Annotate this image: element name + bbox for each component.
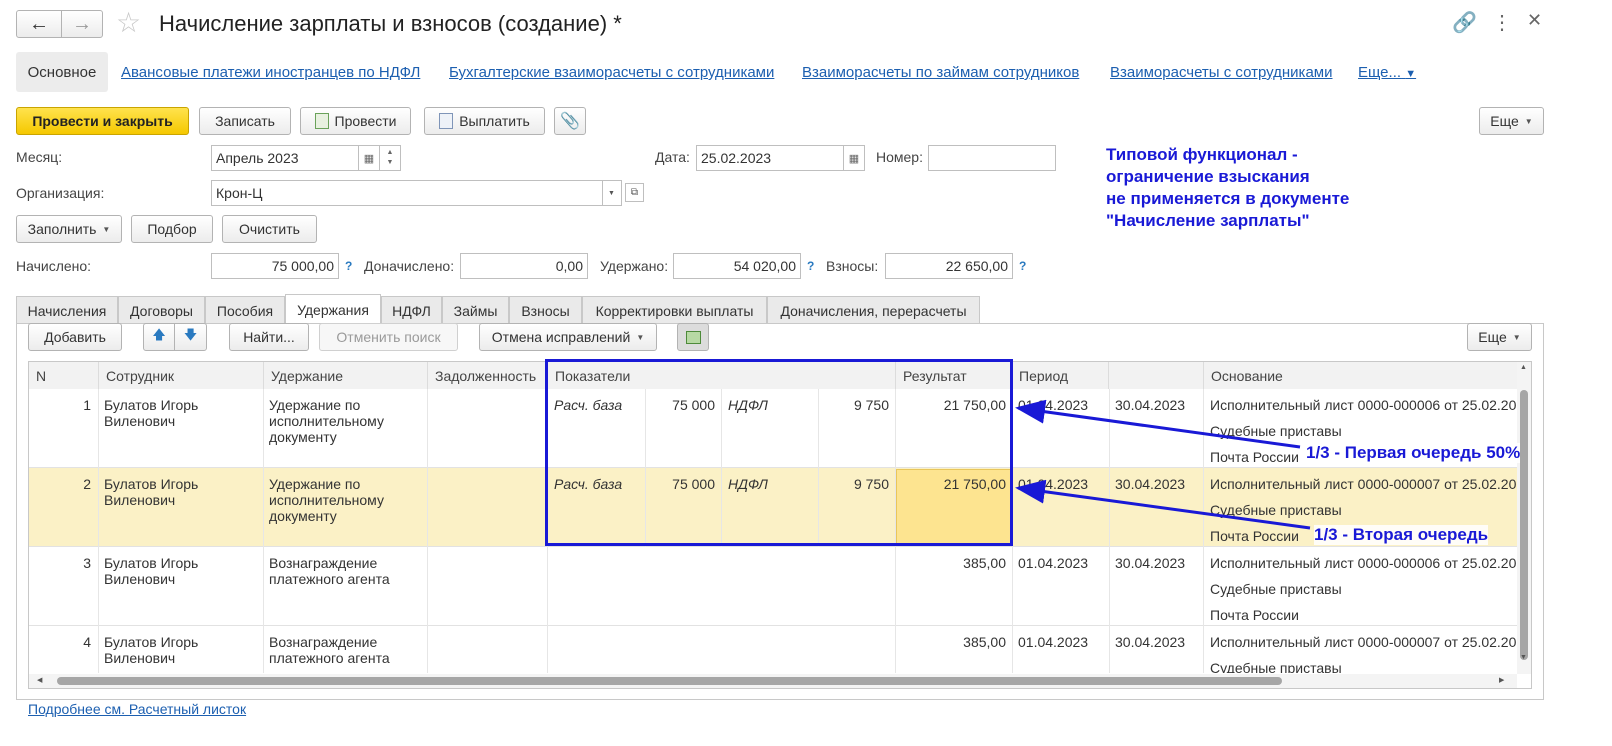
- arrow-first-queue: [1015, 399, 1301, 449]
- arrow-second-queue: [1015, 479, 1311, 530]
- payslip-link[interactable]: Подробнее см. Расчетный листок: [28, 701, 246, 717]
- annotation-first-queue: 1/3 - Первая очередь 50%: [1306, 443, 1521, 463]
- annotation-arrows: [1015, 399, 1311, 530]
- annotation-second-queue: 1/3 - Вторая очередь: [1314, 525, 1489, 545]
